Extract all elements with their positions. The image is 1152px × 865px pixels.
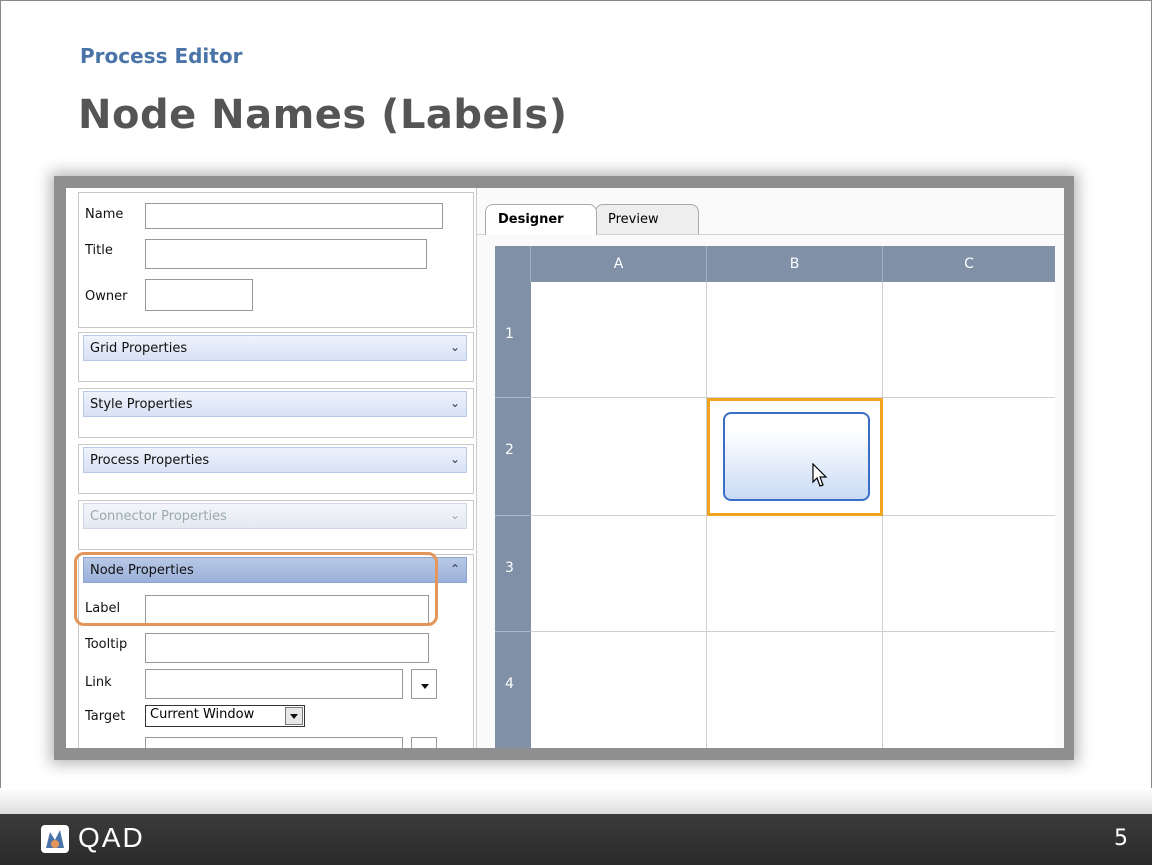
chevron-down-icon: ⌄ (449, 508, 460, 522)
chevron-down-icon (285, 707, 303, 725)
extra-dropdown-button[interactable] (411, 737, 437, 748)
page-number: 5 (1114, 826, 1128, 851)
properties-panel: Name Title Owner Grid Properties ⌄ Style… (66, 188, 477, 748)
qad-logo-icon (41, 825, 69, 853)
row-header-3[interactable]: 3 (495, 516, 531, 632)
name-label: Name (85, 207, 124, 222)
style-properties-label: Style Properties (90, 397, 193, 412)
general-fields-box: Name Title Owner (78, 192, 474, 328)
tab-bar: Designer Preview (477, 188, 1064, 235)
chevron-down-icon: ⌄ (449, 452, 460, 466)
grid-properties-header[interactable]: Grid Properties ⌄ (83, 335, 467, 361)
column-header-a[interactable]: A (531, 246, 707, 282)
footer-fade (0, 788, 1152, 814)
link-input[interactable] (145, 669, 403, 699)
tooltip-input[interactable] (145, 633, 429, 663)
process-properties-header[interactable]: Process Properties ⌄ (83, 447, 467, 473)
style-properties-section: Style Properties ⌄ (78, 388, 474, 438)
node-label-highlight (74, 552, 438, 626)
slide-footer: QAD 5 (0, 814, 1152, 865)
process-properties-section: Process Properties ⌄ (78, 444, 474, 494)
owner-input[interactable] (145, 279, 253, 311)
grid-cell-b1[interactable] (707, 282, 883, 398)
tab-preview[interactable]: Preview (595, 204, 699, 234)
title-label: Title (85, 243, 113, 258)
screenshot-frame: Name Title Owner Grid Properties ⌄ Style… (54, 176, 1074, 760)
connector-properties-label: Connector Properties (90, 509, 227, 524)
owner-label: Owner (85, 289, 128, 304)
row-header-2[interactable]: 2 (495, 398, 531, 516)
chevron-down-icon: ⌄ (449, 340, 460, 354)
grid-cell-c1[interactable] (883, 282, 1055, 398)
link-label: Link (85, 675, 112, 690)
slide-title: Node Names (Labels) (78, 92, 568, 138)
grid-cell-a2[interactable] (531, 398, 707, 516)
target-label: Target (85, 709, 126, 724)
process-properties-label: Process Properties (90, 453, 210, 468)
grid-cell-a1[interactable] (531, 282, 707, 398)
chevron-up-icon: ⌃ (449, 562, 460, 576)
grid-cell-b4[interactable] (707, 632, 883, 748)
tab-designer[interactable]: Designer (485, 204, 597, 235)
row-header-label: 3 (505, 560, 514, 576)
row-header-1[interactable]: 1 (495, 282, 531, 398)
selected-cell-outline (707, 398, 883, 516)
extra-input[interactable] (145, 737, 403, 748)
row-header-label: 1 (505, 326, 514, 342)
row-header-label: 4 (505, 676, 514, 692)
grid-properties-section: Grid Properties ⌄ (78, 332, 474, 382)
grid-cell-c2[interactable] (883, 398, 1055, 516)
tooltip-label: Tooltip (85, 637, 128, 652)
style-properties-header[interactable]: Style Properties ⌄ (83, 391, 467, 417)
grid-cell-c4[interactable] (883, 632, 1055, 748)
name-input[interactable] (145, 203, 443, 229)
process-node[interactable] (723, 412, 870, 501)
grid-cell-a3[interactable] (531, 516, 707, 632)
grid-cell-a4[interactable] (531, 632, 707, 748)
title-input[interactable] (145, 239, 427, 269)
connector-properties-header: Connector Properties ⌄ (83, 503, 467, 529)
column-header-c[interactable]: C (883, 246, 1055, 282)
grid-properties-label: Grid Properties (90, 341, 188, 356)
column-header-b[interactable]: B (707, 246, 883, 282)
connector-properties-section: Connector Properties ⌄ (78, 500, 474, 550)
grid-cell-b3[interactable] (707, 516, 883, 632)
row-header-label: 2 (505, 442, 514, 458)
grid-cell-c3[interactable] (883, 516, 1055, 632)
chevron-down-icon: ⌄ (449, 396, 460, 410)
mouse-cursor-icon (812, 463, 828, 487)
slide-subtitle: Process Editor (80, 44, 243, 68)
grid-corner (495, 246, 531, 282)
target-select-value: Current Window (150, 707, 255, 722)
editor-window: Name Title Owner Grid Properties ⌄ Style… (66, 188, 1064, 748)
logo-text: QAD (78, 822, 145, 853)
designer-panel: Designer Preview A B C 1 2 3 4 (477, 188, 1064, 748)
link-dropdown-button[interactable] (411, 669, 437, 699)
row-header-4[interactable]: 4 (495, 632, 531, 748)
designer-grid: A B C 1 2 3 4 (495, 246, 1055, 748)
target-select[interactable]: Current Window (145, 705, 305, 727)
